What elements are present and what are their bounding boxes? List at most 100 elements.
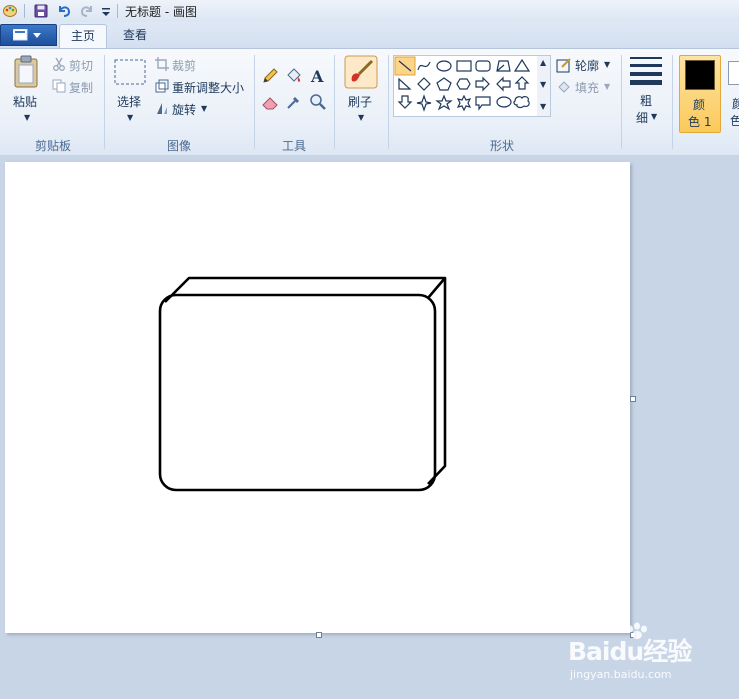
size-label-line1[interactable]: 粗: [640, 92, 652, 109]
clipboard-group-label: 剪贴板: [34, 139, 71, 153]
redo-icon[interactable]: [79, 3, 95, 19]
brush-icon[interactable]: [344, 55, 378, 89]
shapes-gallery[interactable]: [393, 55, 538, 117]
select-icon[interactable]: [114, 59, 146, 85]
rounded-rectangle-shape-icon: [475, 60, 491, 72]
text-tool-icon[interactable]: A: [309, 67, 327, 85]
crop-button[interactable]: 裁剪: [172, 57, 196, 74]
group-separator: [254, 55, 255, 149]
brush-button[interactable]: 刷子: [348, 93, 372, 110]
canvas-resize-handle-bottom[interactable]: [316, 632, 322, 638]
gallery-expand-icon[interactable]: ▼: [540, 102, 546, 111]
select-button[interactable]: 选择: [117, 93, 141, 110]
oval-callout-shape-icon: [496, 96, 512, 108]
color-2-label-line1[interactable]: 颜: [732, 95, 739, 112]
resize-icon[interactable]: [155, 79, 169, 93]
color-1-swatch-fill: [686, 61, 714, 89]
down-arrow-shape-icon: [397, 95, 413, 109]
rotate-icon[interactable]: [155, 101, 169, 115]
tab-home[interactable]: 主页: [59, 24, 107, 48]
fill-bucket-icon[interactable]: [285, 67, 303, 85]
paste-icon[interactable]: [12, 55, 42, 89]
shapes-gallery-scrollbar[interactable]: ▲ ▼ ▼: [537, 55, 551, 117]
oval-shape-icon: [436, 60, 452, 72]
save-icon[interactable]: [33, 3, 49, 19]
hexagon-shape-icon: [456, 78, 471, 90]
title-bar: 无标题 - 画图: [0, 0, 739, 23]
group-separator: [334, 55, 335, 149]
eraser-icon[interactable]: [261, 93, 279, 111]
quick-access-separator: [24, 4, 25, 18]
outline-button[interactable]: 轮廓: [575, 57, 599, 74]
resize-button[interactable]: 重新调整大小: [172, 79, 244, 96]
diamond-shape-icon: [417, 77, 431, 91]
color-1-label-line1: 颜: [693, 98, 706, 112]
color-2-swatch[interactable]: [728, 61, 739, 85]
group-separator: [104, 55, 105, 149]
window-title: 无标题 - 画图: [125, 5, 197, 19]
color-picker-icon[interactable]: [285, 93, 303, 111]
canvas-resize-handle-right[interactable]: [630, 396, 636, 402]
rotate-button[interactable]: 旋转: [172, 101, 196, 118]
color-1-label-line2: 色 1: [688, 115, 712, 129]
cloud-callout-shape-icon: [513, 95, 530, 109]
crop-icon[interactable]: [155, 57, 169, 71]
customize-quick-access-icon[interactable]: [98, 3, 114, 19]
watermark-brand: Baidu经验: [568, 637, 692, 666]
copy-icon[interactable]: [52, 79, 66, 93]
group-separator: [672, 55, 673, 149]
rounded-callout-shape-icon: [475, 96, 491, 111]
right-arrow-shape-icon: [475, 76, 490, 92]
paint-app-icon[interactable]: [2, 3, 18, 19]
paste-button[interactable]: 粘贴: [13, 93, 37, 110]
fill-button[interactable]: 填充: [575, 79, 599, 96]
drawing-box-shape: [158, 276, 447, 492]
shapes-group-label: 形状: [489, 139, 514, 153]
baidu-watermark: Baidu经验 jingyan.baidu.com: [568, 622, 738, 688]
four-point-star-shape-icon: [416, 94, 432, 112]
group-separator: [388, 55, 389, 149]
menu-icon: [13, 29, 41, 41]
outline-dropdown-caret[interactable]: ▼: [604, 60, 610, 69]
cut-button[interactable]: 剪切: [69, 57, 93, 74]
triangle-shape-icon: [513, 58, 531, 72]
paste-dropdown-caret[interactable]: ▼: [24, 113, 30, 122]
rectangle-shape-icon: [456, 60, 472, 72]
left-arrow-shape-icon: [496, 76, 511, 92]
ribbon: 粘贴 ▼ 剪切 复制 剪贴板 选择 ▼ 裁剪 重新调整大小 旋转 ▼ 图像 A …: [0, 48, 739, 156]
copy-button[interactable]: 复制: [69, 79, 93, 96]
undo-icon[interactable]: [56, 3, 72, 19]
title-separator: [117, 4, 118, 18]
rotate-dropdown-caret[interactable]: ▼: [201, 104, 207, 113]
gallery-scroll-up-icon[interactable]: ▲: [540, 58, 546, 67]
magnifier-icon[interactable]: [309, 93, 327, 111]
brush-dropdown-caret[interactable]: ▼: [358, 113, 364, 122]
five-point-star-shape-icon: [435, 94, 453, 111]
outline-icon[interactable]: [556, 57, 572, 73]
color-1-swatch: [685, 60, 715, 90]
paint-menu-button[interactable]: [0, 24, 57, 46]
polygon-shape-icon: [496, 60, 511, 72]
tab-view[interactable]: 查看: [112, 24, 158, 47]
fill-dropdown-caret[interactable]: ▼: [604, 82, 610, 91]
size-icon[interactable]: [630, 57, 662, 85]
pencil-icon[interactable]: [261, 67, 279, 85]
drawing-canvas[interactable]: [5, 162, 630, 633]
image-group-label: 图像: [166, 139, 191, 153]
curve-shape-icon: [417, 61, 431, 71]
svg-text:A: A: [310, 67, 324, 85]
size-dropdown-caret[interactable]: ▼: [651, 112, 657, 121]
pentagon-shape-icon: [436, 77, 452, 91]
select-dropdown-caret[interactable]: ▼: [127, 113, 133, 122]
right-triangle-shape-icon: [398, 77, 412, 90]
watermark-url: jingyan.baidu.com: [570, 668, 672, 681]
shapes-gallery-grid: [394, 56, 531, 112]
fill-icon[interactable]: [556, 79, 572, 95]
cut-icon[interactable]: [52, 57, 66, 71]
color-2-label-line2[interactable]: 色: [730, 112, 739, 129]
group-separator: [621, 55, 622, 149]
size-label-line2[interactable]: 细: [636, 109, 648, 126]
gallery-scroll-down-icon[interactable]: ▼: [540, 80, 546, 89]
color-1-button[interactable]: 颜 色 1: [679, 55, 721, 133]
up-arrow-shape-icon: [514, 76, 530, 90]
